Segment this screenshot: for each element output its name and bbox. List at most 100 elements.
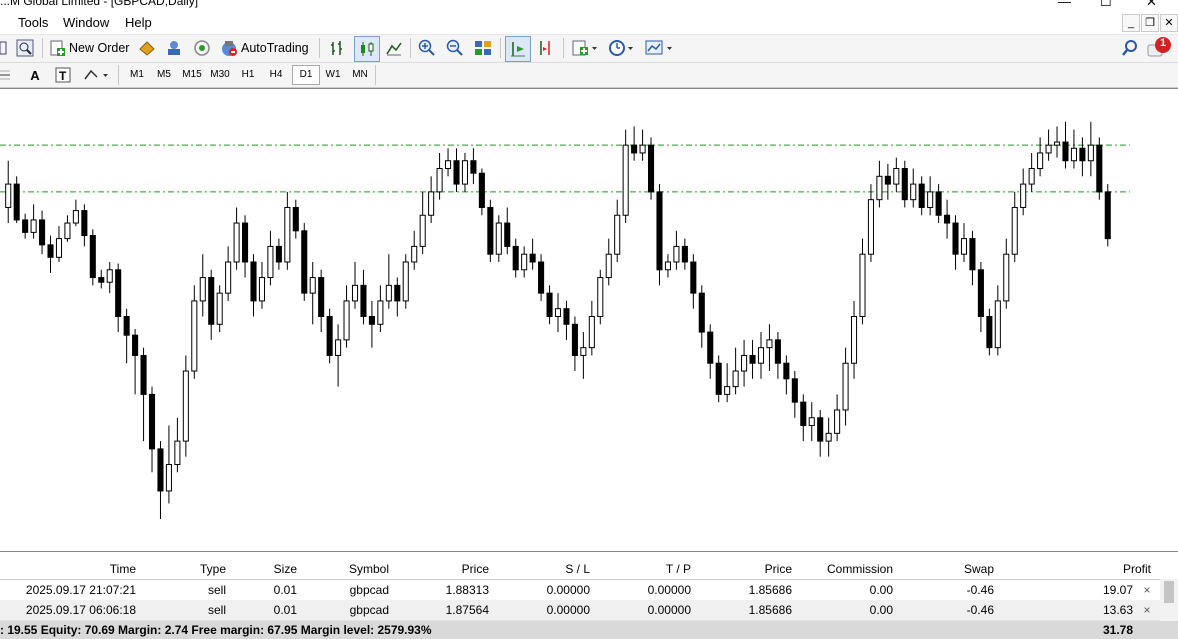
line-chart-icon[interactable] — [384, 37, 404, 59]
candle — [233, 207, 240, 270]
col-size[interactable]: Size — [230, 559, 297, 579]
col-current-price[interactable]: Price — [695, 559, 792, 579]
col-profit[interactable]: Profit — [998, 559, 1151, 579]
candlestick-chart-icon[interactable] — [354, 36, 380, 62]
new-order-button[interactable]: New Order — [50, 37, 130, 59]
col-open-price[interactable]: Price — [393, 559, 489, 579]
candle — [867, 184, 874, 262]
bullish-candle-body — [1037, 152, 1044, 170]
table-row[interactable]: 2025.09.17 21:07:21 sell 0.01 gbpcad 1.8… — [0, 580, 1160, 601]
indicators-dropdown-icon[interactable] — [570, 37, 600, 59]
candle — [724, 363, 731, 403]
candle — [385, 254, 392, 309]
notifications-icon[interactable]: 1 — [1146, 35, 1174, 61]
new-order-label: New Order — [69, 41, 130, 55]
zoom-out-icon[interactable] — [445, 37, 465, 59]
window-title: ...M Global Limited - [GBPCAD,Daily] — [0, 0, 199, 8]
cell-stop-loss[interactable]: 0.00000 — [493, 600, 590, 620]
menu-help[interactable]: Help — [125, 15, 152, 30]
zoom-in-icon[interactable] — [417, 37, 437, 59]
candle — [275, 238, 282, 270]
bearish-candle-body — [326, 316, 333, 356]
text-label-icon[interactable]: T — [53, 64, 73, 86]
col-take-profit[interactable]: T / P — [594, 559, 691, 579]
bearish-candle-body — [656, 191, 663, 271]
candle — [445, 148, 452, 177]
candlestick-chart[interactable] — [0, 89, 1178, 549]
bearish-candle-body — [208, 277, 215, 325]
col-commission[interactable]: Commission — [796, 559, 893, 579]
toolbar-separator — [319, 38, 320, 58]
candle — [368, 300, 375, 348]
timeframe-h1[interactable]: H1 — [235, 66, 261, 84]
col-symbol[interactable]: Symbol — [301, 559, 389, 579]
templates-dropdown-icon[interactable] — [643, 37, 675, 59]
text-tool-icon[interactable]: A — [25, 64, 45, 86]
candle — [588, 300, 595, 356]
periods-dropdown-icon[interactable] — [606, 37, 636, 59]
cell-take-profit[interactable]: 0.00000 — [594, 600, 691, 620]
close-order-icon[interactable]: × — [1141, 580, 1153, 600]
data-window-icon[interactable] — [164, 37, 184, 59]
maximize-icon[interactable]: ☐ — [1100, 0, 1112, 10]
col-stop-loss[interactable]: S / L — [493, 559, 590, 579]
candle — [47, 235, 54, 273]
candle — [461, 152, 468, 192]
minimize-icon[interactable]: — — [1058, 0, 1071, 9]
scrollbar-thumb[interactable] — [1164, 581, 1174, 603]
cell-stop-loss[interactable]: 0.00000 — [493, 580, 590, 600]
candle — [470, 148, 477, 185]
col-swap[interactable]: Swap — [897, 559, 994, 579]
table-row[interactable]: 2025.09.17 06:06:18 sell 0.01 gbpcad 1.8… — [0, 600, 1160, 621]
standard-toolbar: New Order AutoTrading 1 — [0, 35, 1178, 63]
cell-time: 2025.09.17 06:06:18 — [25, 603, 136, 617]
candle — [918, 176, 925, 216]
candle — [318, 269, 325, 333]
arrows-dropdown-icon[interactable] — [82, 64, 112, 86]
col-time[interactable]: Time — [0, 559, 136, 579]
child-close-icon[interactable]: ✕ — [1160, 14, 1178, 32]
auto-scroll-icon[interactable] — [505, 36, 531, 62]
candle — [165, 425, 172, 504]
tile-windows-icon[interactable] — [473, 37, 493, 59]
timeframe-mn[interactable]: MN — [347, 66, 373, 84]
timeframe-m1[interactable]: M1 — [124, 66, 150, 84]
price-chart[interactable] — [0, 88, 1178, 552]
autotrading-button[interactable]: AutoTrading — [220, 37, 312, 59]
bullish-candle-body — [106, 269, 113, 283]
timeframe-m5[interactable]: M5 — [151, 66, 177, 84]
svg-text:T: T — [59, 69, 67, 83]
table-scrollbar[interactable] — [1160, 579, 1178, 621]
candle — [30, 204, 37, 239]
timeframe-m15[interactable]: M15 — [179, 66, 205, 84]
cell-take-profit[interactable]: 0.00000 — [594, 580, 691, 600]
col-type[interactable]: Type — [140, 559, 226, 579]
chart-shift-icon[interactable] — [536, 37, 556, 59]
navigator-zoom-icon[interactable] — [14, 37, 36, 59]
candle — [72, 199, 79, 227]
search-icon[interactable] — [1120, 37, 1140, 59]
candle — [453, 148, 460, 192]
crosshair-icon[interactable] — [0, 64, 12, 86]
bullish-candle-body — [284, 206, 291, 263]
bearish-candle-body — [360, 284, 367, 318]
bullish-candle-body — [766, 339, 773, 349]
timeframe-m30[interactable]: M30 — [207, 66, 233, 84]
signals-icon[interactable] — [192, 37, 212, 59]
profiles-icon[interactable] — [0, 37, 8, 59]
bearish-candle-body — [969, 238, 976, 271]
timeframe-d1[interactable]: D1 — [292, 65, 320, 85]
candle — [1104, 184, 1111, 247]
child-minimize-icon[interactable]: _ — [1122, 14, 1140, 32]
candle — [1003, 238, 1010, 309]
menu-tools[interactable]: Tools — [18, 15, 48, 30]
menu-window[interactable]: Window — [63, 15, 109, 30]
close-order-icon[interactable]: × — [1141, 600, 1153, 620]
bearish-candle-body — [944, 214, 951, 224]
bar-chart-icon[interactable] — [328, 37, 348, 59]
child-restore-icon[interactable]: ❐ — [1141, 14, 1159, 32]
market-watch-icon[interactable] — [137, 37, 157, 59]
close-icon[interactable]: ✕ — [1146, 0, 1157, 10]
timeframe-w1[interactable]: W1 — [320, 66, 346, 84]
timeframe-h4[interactable]: H4 — [263, 66, 289, 84]
